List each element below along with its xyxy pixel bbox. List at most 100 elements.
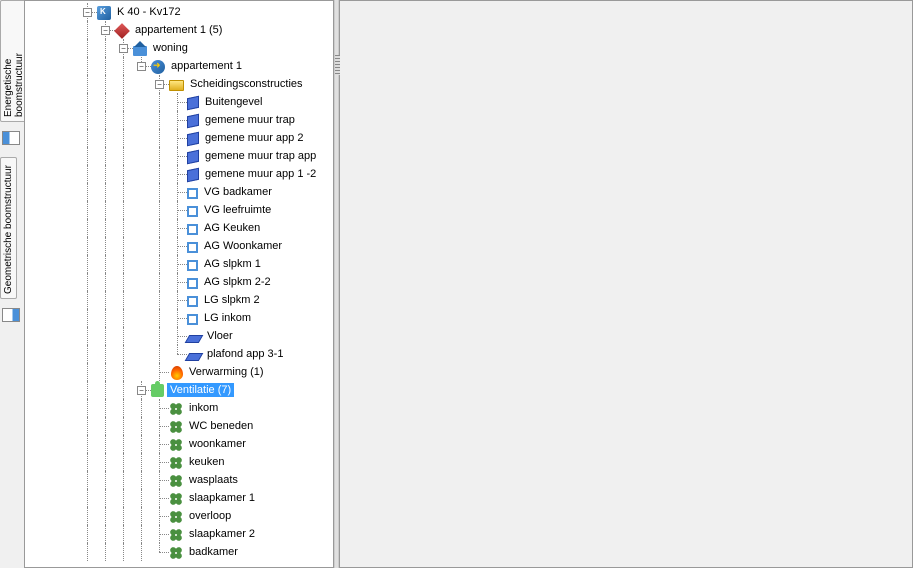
- node-label: wasplaats: [186, 473, 241, 487]
- node-label: Vloer: [204, 329, 236, 343]
- node-label: keuken: [186, 455, 227, 469]
- tree-node-wall[interactable]: gemene muur trap app: [25, 147, 333, 165]
- expander-icon[interactable]: −: [155, 80, 164, 89]
- tree-node-vent-item[interactable]: WC beneden: [25, 417, 333, 435]
- tree-node-vent-item[interactable]: slaapkamer 2: [25, 525, 333, 543]
- node-label: slaapkamer 2: [186, 527, 258, 541]
- node-label: K 40 - Kv172: [114, 5, 184, 19]
- room-icon: [187, 206, 198, 217]
- expander-icon[interactable]: −: [119, 44, 128, 53]
- tree-node-wall[interactable]: gemene muur trap: [25, 111, 333, 129]
- room-icon: [187, 242, 198, 253]
- room-icon: [187, 260, 198, 271]
- vent-icon: [169, 456, 183, 470]
- tree-node-ventilatie[interactable]: − Ventilatie (7): [25, 381, 333, 399]
- home-icon: [133, 46, 147, 56]
- room-icon: [187, 314, 198, 325]
- tree-node-room[interactable]: AG Keuken: [25, 219, 333, 237]
- vent-icon: [169, 546, 183, 560]
- project-icon: [97, 6, 111, 20]
- tab-toggle-icon-2[interactable]: [2, 308, 20, 322]
- wall-icon: [187, 114, 199, 129]
- unit-icon: [114, 23, 130, 39]
- tree-node-vent-item[interactable]: badkamer: [25, 543, 333, 561]
- node-label: badkamer: [186, 545, 241, 559]
- node-label: gemene muur app 1 -2: [202, 167, 319, 181]
- vent-icon: [169, 528, 183, 542]
- room-icon: [187, 278, 198, 289]
- wall-icon: [187, 96, 199, 111]
- arrow-icon: [151, 60, 165, 74]
- tree-node-vent-item[interactable]: keuken: [25, 453, 333, 471]
- tree-node-room[interactable]: AG slpkm 1: [25, 255, 333, 273]
- node-label: woonkamer: [186, 437, 249, 451]
- floor-icon: [185, 335, 204, 343]
- node-label: appartement 1 (5): [132, 23, 225, 37]
- tree-node-room[interactable]: LG slpkm 2: [25, 291, 333, 309]
- expander-icon[interactable]: −: [137, 386, 146, 395]
- floor-icon: [185, 353, 204, 361]
- tree-panel: − K 40 - Kv172 − appartement 1 (5) −: [24, 0, 334, 568]
- node-label: AG Keuken: [201, 221, 263, 235]
- wall-icon: [187, 132, 199, 147]
- node-label: LG slpkm 2: [201, 293, 263, 307]
- expander-icon[interactable]: −: [137, 62, 146, 71]
- vent-icon: [169, 438, 183, 452]
- tree-view[interactable]: − K 40 - Kv172 − appartement 1 (5) −: [25, 1, 333, 563]
- splitter[interactable]: [334, 0, 339, 568]
- node-label: woning: [150, 41, 191, 55]
- folder-icon: [169, 80, 184, 91]
- vent-icon: [169, 474, 183, 488]
- node-label: overloop: [186, 509, 234, 523]
- tree-node-vent-item[interactable]: inkom: [25, 399, 333, 417]
- tree-node-vent-item[interactable]: woonkamer: [25, 435, 333, 453]
- vent-icon: [169, 492, 183, 506]
- node-label: AG slpkm 1: [201, 257, 264, 271]
- room-icon: [187, 296, 198, 307]
- tree-node-scheidings[interactable]: − Scheidingsconstructies: [25, 75, 333, 93]
- node-label: inkom: [186, 401, 221, 415]
- expander-icon[interactable]: −: [101, 26, 110, 35]
- tree-node-vent-item[interactable]: wasplaats: [25, 471, 333, 489]
- node-label: AG Woonkamer: [201, 239, 285, 253]
- vent-icon: [169, 510, 183, 524]
- tree-node-vent-item[interactable]: slaapkamer 1: [25, 489, 333, 507]
- sidebar-tabs: Energetische boomstructuur Geometrische …: [0, 0, 22, 568]
- tree-node-floor[interactable]: Vloer: [25, 327, 333, 345]
- tab-geometric-tree[interactable]: Geometrische boomstructuur: [0, 157, 17, 299]
- expander-icon[interactable]: −: [83, 8, 92, 17]
- tab-toggle-icon-1[interactable]: [2, 131, 20, 145]
- node-label: WC beneden: [186, 419, 256, 433]
- tree-node-room[interactable]: LG inkom: [25, 309, 333, 327]
- tree-node-room[interactable]: VG leefruimte: [25, 201, 333, 219]
- tree-node-room[interactable]: AG Woonkamer: [25, 237, 333, 255]
- tree-node-vent-item[interactable]: overloop: [25, 507, 333, 525]
- room-icon: [187, 224, 198, 235]
- node-label: Verwarming (1): [186, 365, 267, 379]
- tree-node-floor[interactable]: plafond app 3-1: [25, 345, 333, 363]
- tree-node-app-group[interactable]: − appartement 1 (5): [25, 21, 333, 39]
- tree-node-woning[interactable]: − woning: [25, 39, 333, 57]
- wall-icon: [187, 168, 199, 183]
- node-label-selected: Ventilatie (7): [167, 383, 234, 397]
- node-label: gemene muur trap: [202, 113, 298, 127]
- vent-icon: [169, 420, 183, 434]
- tree-node-wall[interactable]: Buitengevel: [25, 93, 333, 111]
- tree-node-room[interactable]: VG badkamer: [25, 183, 333, 201]
- tree-node-verwarming[interactable]: Verwarming (1): [25, 363, 333, 381]
- node-label: VG leefruimte: [201, 203, 274, 217]
- vent-icon: [169, 402, 183, 416]
- content-area: [339, 0, 913, 568]
- tree-node-room[interactable]: AG slpkm 2-2: [25, 273, 333, 291]
- node-label: gemene muur app 2: [202, 131, 306, 145]
- tree-node-appartement[interactable]: − appartement 1: [25, 57, 333, 75]
- node-label: appartement 1: [168, 59, 245, 73]
- room-icon: [187, 188, 198, 199]
- node-label: Buitengevel: [202, 95, 266, 109]
- tree-node-k40[interactable]: − K 40 - Kv172: [25, 3, 333, 21]
- node-label: LG inkom: [201, 311, 254, 325]
- node-label: AG slpkm 2-2: [201, 275, 274, 289]
- tree-node-wall[interactable]: gemene muur app 2: [25, 129, 333, 147]
- tree-node-wall[interactable]: gemene muur app 1 -2: [25, 165, 333, 183]
- node-label: plafond app 3-1: [204, 347, 286, 361]
